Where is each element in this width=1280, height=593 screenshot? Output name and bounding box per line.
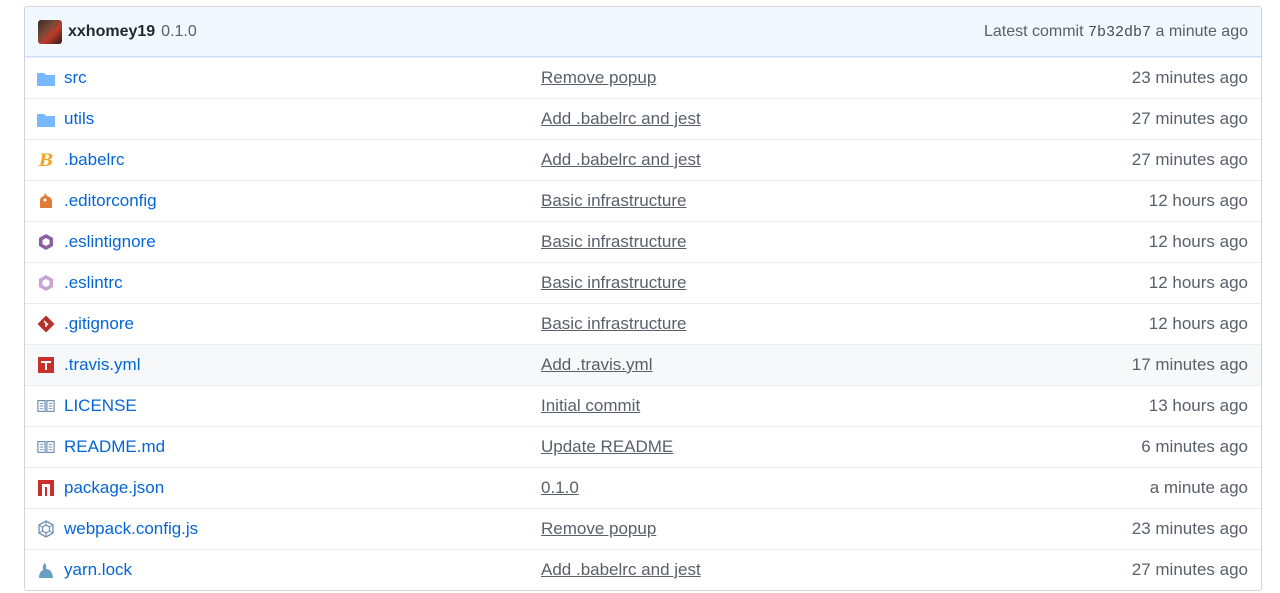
eslint-icon bbox=[37, 233, 55, 251]
webpack-icon bbox=[37, 520, 55, 538]
file-age: 6 minutes ago bbox=[1141, 437, 1248, 456]
file-age: a minute ago bbox=[1149, 478, 1248, 497]
commit-message-link[interactable]: Basic infrastructure bbox=[541, 191, 1149, 211]
latest-commit: Latest commit 7b32db7 a minute ago bbox=[984, 23, 1248, 41]
book-icon bbox=[37, 438, 55, 456]
npm-icon bbox=[37, 479, 55, 497]
file-link[interactable]: src bbox=[64, 68, 541, 88]
latest-commit-label: Latest commit bbox=[983, 22, 1084, 40]
babel-icon: B bbox=[37, 151, 55, 169]
commit-message-link[interactable]: Basic infrastructure bbox=[541, 232, 1149, 252]
file-link[interactable]: .travis.yml bbox=[64, 355, 541, 375]
eslint-light-icon bbox=[37, 274, 55, 292]
commit-message-link[interactable]: Basic infrastructure bbox=[541, 314, 1149, 334]
file-age: 17 minutes ago bbox=[1131, 355, 1248, 374]
commit-message-link[interactable]: Remove popup bbox=[541, 68, 1132, 88]
commit-message-link[interactable]: Initial commit bbox=[541, 396, 1149, 416]
editorconfig-icon bbox=[37, 192, 55, 210]
folder-icon bbox=[37, 110, 55, 128]
commit-message-link[interactable]: Add .travis.yml bbox=[541, 355, 1132, 375]
commit-author[interactable]: xxhomey19 bbox=[68, 23, 155, 41]
commit-message-link[interactable]: Add .babelrc and jest bbox=[541, 560, 1132, 580]
file-row: .eslintrc Basic infrastructure 12 hours … bbox=[25, 262, 1261, 303]
file-link[interactable]: .editorconfig bbox=[64, 191, 541, 211]
file-row: .eslintignore Basic infrastructure 12 ho… bbox=[25, 221, 1261, 262]
file-age: 13 hours ago bbox=[1148, 396, 1248, 415]
file-age: 27 minutes ago bbox=[1131, 560, 1248, 579]
commit-message-link[interactable]: Update README bbox=[541, 437, 1141, 457]
git-icon bbox=[37, 315, 55, 333]
file-age: 23 minutes ago bbox=[1131, 519, 1248, 538]
file-row: utils Add .babelrc and jest 27 minutes a… bbox=[25, 98, 1261, 139]
file-row: B .babelrc Add .babelrc and jest 27 minu… bbox=[25, 139, 1261, 180]
file-age: 12 hours ago bbox=[1148, 232, 1248, 251]
file-row: src Remove popup 23 minutes ago bbox=[25, 57, 1261, 98]
commit-sha[interactable]: 7b32db7 bbox=[1088, 24, 1151, 41]
file-row: package.json 0.1.0 a minute ago bbox=[25, 467, 1261, 508]
file-link[interactable]: LICENSE bbox=[64, 396, 541, 416]
svg-text:B: B bbox=[38, 151, 53, 169]
file-link[interactable]: webpack.config.js bbox=[64, 519, 541, 539]
commit-message-link[interactable]: 0.1.0 bbox=[541, 478, 1150, 498]
commit-message-link[interactable]: Basic infrastructure bbox=[541, 273, 1149, 293]
file-age: 27 minutes ago bbox=[1131, 150, 1248, 169]
file-link[interactable]: .babelrc bbox=[64, 150, 541, 170]
file-link[interactable]: package.json bbox=[64, 478, 541, 498]
folder-icon bbox=[37, 69, 55, 87]
avatar[interactable] bbox=[38, 19, 62, 44]
file-browser: xxhomey19 0.1.0 Latest commit 7b32db7 a … bbox=[24, 6, 1262, 591]
file-row: webpack.config.js Remove popup 23 minute… bbox=[25, 508, 1261, 549]
file-row: .editorconfig Basic infrastructure 12 ho… bbox=[25, 180, 1261, 221]
yarn-icon bbox=[37, 561, 55, 579]
file-link[interactable]: README.md bbox=[64, 437, 541, 457]
travis-icon bbox=[37, 356, 55, 374]
file-age: 23 minutes ago bbox=[1131, 68, 1248, 87]
file-row: yarn.lock Add .babelrc and jest 27 minut… bbox=[25, 549, 1261, 590]
commit-message-link[interactable]: Add .babelrc and jest bbox=[541, 150, 1132, 170]
file-age: 27 minutes ago bbox=[1131, 109, 1248, 128]
commit-header: xxhomey19 0.1.0 Latest commit 7b32db7 a … bbox=[25, 7, 1261, 57]
file-row: .travis.yml Add .travis.yml 17 minutes a… bbox=[25, 344, 1261, 385]
file-link[interactable]: .gitignore bbox=[64, 314, 541, 334]
file-age: 12 hours ago bbox=[1148, 273, 1248, 292]
file-age: 12 hours ago bbox=[1148, 314, 1248, 333]
book-icon bbox=[37, 397, 55, 415]
file-age: 12 hours ago bbox=[1148, 191, 1248, 210]
commit-message-link[interactable]: Add .babelrc and jest bbox=[541, 109, 1132, 129]
file-row: LICENSE Initial commit 13 hours ago bbox=[25, 385, 1261, 426]
file-link[interactable]: utils bbox=[64, 109, 541, 129]
commit-message-link[interactable]: Remove popup bbox=[541, 519, 1132, 539]
file-link[interactable]: yarn.lock bbox=[64, 560, 541, 580]
commit-time: a minute ago bbox=[1155, 22, 1248, 40]
commit-message[interactable]: 0.1.0 bbox=[161, 23, 197, 41]
file-link[interactable]: .eslintrc bbox=[64, 273, 541, 293]
file-row: .gitignore Basic infrastructure 12 hours… bbox=[25, 303, 1261, 344]
file-link[interactable]: .eslintignore bbox=[64, 232, 541, 252]
file-row: README.md Update README 6 minutes ago bbox=[25, 426, 1261, 467]
